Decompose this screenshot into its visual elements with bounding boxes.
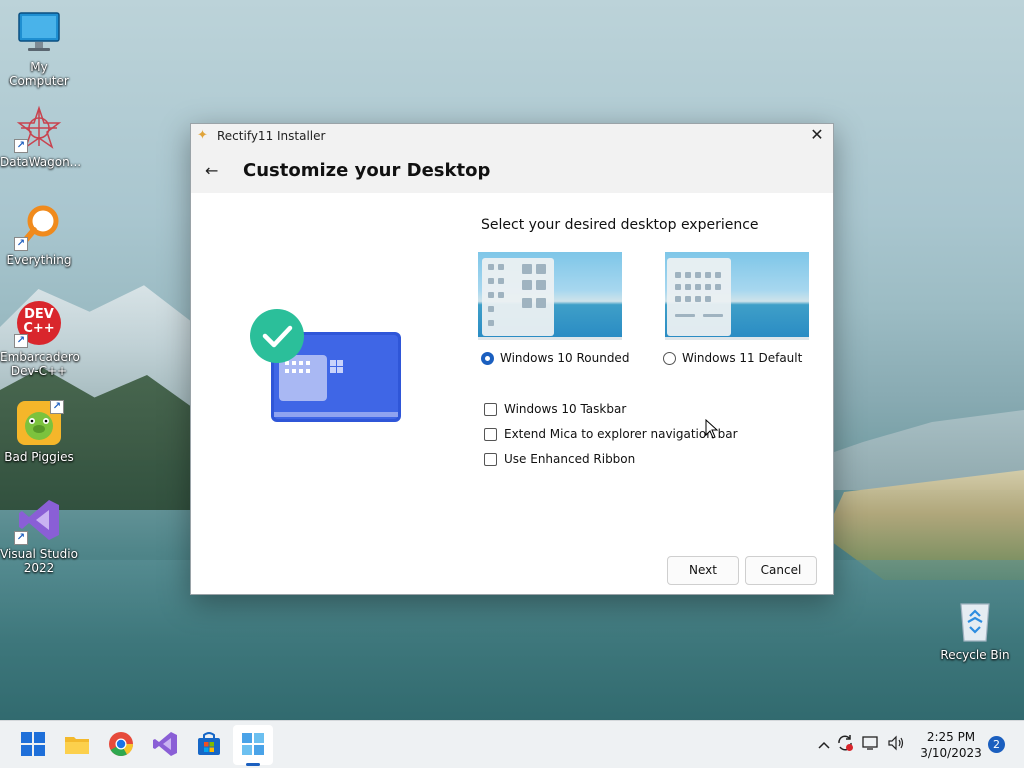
- back-arrow-icon[interactable]: ←: [205, 161, 223, 180]
- system-tray: [816, 721, 908, 768]
- everything-search-icon: ↗: [14, 203, 62, 251]
- shortcut-arrow-icon: ↗: [14, 237, 28, 251]
- rectify11-installer-icon[interactable]: [240, 731, 266, 757]
- window-titlebar: ✦ Rectify11 Installer ✕: [191, 124, 833, 148]
- checkbox-windows10-taskbar[interactable]: Windows 10 Taskbar: [484, 402, 626, 416]
- datawagon-icon: ↗: [14, 105, 62, 153]
- shortcut-arrow-icon: ↗: [50, 400, 64, 414]
- desktop-icon-my-computer[interactable]: My Computer: [0, 10, 78, 88]
- next-button[interactable]: Next: [667, 556, 739, 585]
- sync-icon[interactable]: [832, 734, 858, 756]
- desktop-icon-label: DataWagon...: [0, 155, 82, 169]
- start-menu-preview: [667, 258, 731, 336]
- preview-windows10-rounded[interactable]: [478, 252, 622, 340]
- taskbar: 2:25 PM 3/10/2023 2: [0, 720, 1024, 768]
- page-title: Customize your Desktop: [243, 160, 491, 181]
- desktop-icon-recycle-bin[interactable]: Recycle Bin: [936, 598, 1014, 662]
- visual-studio-icon: ↗: [14, 497, 62, 545]
- window-title: Rectify11 Installer: [217, 129, 326, 143]
- desktop-icon-label: Recycle Bin: [940, 648, 1010, 662]
- option-label: Windows 10 Rounded: [500, 351, 630, 365]
- cancel-button[interactable]: Cancel: [745, 556, 817, 585]
- page-header: ← Customize your Desktop: [191, 148, 833, 193]
- taskbar-clock[interactable]: 2:25 PM 3/10/2023: [916, 729, 986, 761]
- file-explorer-icon[interactable]: [64, 731, 90, 757]
- start-menu-preview: [482, 258, 554, 336]
- desktop-illustration: [250, 309, 401, 422]
- desktop-icon-label: Everything: [6, 253, 72, 267]
- clock-date: 3/10/2023: [920, 746, 982, 760]
- radio-button[interactable]: [663, 351, 676, 365]
- shortcut-arrow-icon: ↗: [14, 531, 28, 545]
- close-button[interactable]: ✕: [801, 124, 833, 148]
- devcpp-icon: DEV C++ ↗: [14, 300, 62, 348]
- checkbox[interactable]: [484, 452, 497, 466]
- monitor-icon: [16, 10, 62, 56]
- clock-time: 2:25 PM: [926, 730, 976, 744]
- desktop-icon-label: My Computer: [9, 60, 69, 88]
- desktop-icon-devcpp[interactable]: DEV C++ ↗ Embarcadero Dev-C++: [0, 300, 80, 378]
- desktop-icon-label: Embarcadero Dev-C++: [0, 350, 80, 378]
- desktop-icon-everything[interactable]: ↗ Everything: [0, 203, 78, 267]
- network-icon[interactable]: [858, 735, 884, 755]
- checkbox[interactable]: [484, 402, 497, 416]
- checkbox-extend-mica[interactable]: Extend Mica to explorer navigation bar: [484, 427, 738, 441]
- start-icon[interactable]: [20, 731, 46, 757]
- desktop-icon-visual-studio[interactable]: ↗ Visual Studio 2022: [0, 497, 78, 575]
- volume-icon[interactable]: [884, 735, 908, 755]
- checkbox[interactable]: [484, 427, 497, 441]
- preview-windows11-default[interactable]: [665, 252, 809, 340]
- store-icon[interactable]: [196, 731, 222, 757]
- recycle-bin-icon: [952, 598, 998, 644]
- mouse-cursor-icon: [705, 419, 719, 439]
- bad-piggies-icon: ↗: [16, 400, 64, 446]
- checkbox-label: Use Enhanced Ribbon: [504, 452, 636, 466]
- section-title: Select your desired desktop experience: [481, 217, 759, 233]
- visual-studio-icon[interactable]: [152, 731, 178, 757]
- radio-button-selected[interactable]: [481, 351, 494, 365]
- rectify-sparkle-icon: ✦: [197, 128, 208, 143]
- desktop-icon-bad-piggies[interactable]: ↗ Bad Piggies: [0, 400, 78, 464]
- chrome-icon[interactable]: [108, 731, 134, 757]
- shortcut-arrow-icon: ↗: [14, 139, 28, 153]
- option-label: Windows 11 Default: [682, 351, 803, 365]
- installer-window: ✦ Rectify11 Installer ✕ ← Customize your…: [190, 123, 834, 595]
- chevron-up-icon[interactable]: [816, 737, 832, 753]
- checkbox-enhanced-ribbon[interactable]: Use Enhanced Ribbon: [484, 452, 635, 466]
- checkbox-label: Extend Mica to explorer navigation bar: [504, 427, 738, 441]
- taskbar-active-indicator: [246, 763, 260, 766]
- devcpp-logo-text: DEV C++: [23, 307, 55, 336]
- desktop-icon-label: Visual Studio 2022: [0, 547, 78, 575]
- notification-badge[interactable]: 2: [988, 736, 1005, 753]
- desktop-icon-datawagon[interactable]: ↗ DataWagon...: [0, 105, 82, 169]
- option-windows11-default[interactable]: Windows 11 Default: [663, 351, 802, 365]
- desktop-icon-label: Bad Piggies: [4, 450, 74, 464]
- option-windows10-rounded[interactable]: Windows 10 Rounded: [481, 351, 629, 365]
- error-dot-icon: [846, 744, 853, 751]
- shortcut-arrow-icon: ↗: [14, 334, 28, 348]
- checkbox-label: Windows 10 Taskbar: [504, 402, 627, 416]
